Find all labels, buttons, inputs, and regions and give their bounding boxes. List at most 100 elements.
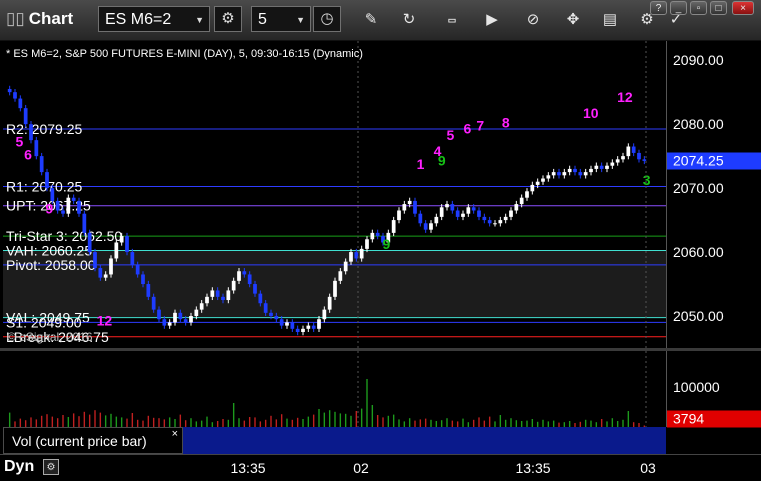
volume-bar (408, 418, 411, 427)
candle-body (605, 165, 609, 169)
interval-selector[interactable]: 5 ▼ (251, 6, 311, 32)
candle-body (418, 213, 423, 224)
candle-body (365, 239, 369, 249)
candle-body (130, 252, 135, 265)
volume-chart[interactable] (3, 351, 666, 427)
refresh-icon[interactable]: ↻ (398, 9, 420, 31)
candle-body (221, 296, 225, 301)
volume-bar (355, 411, 358, 427)
candle-body (247, 274, 252, 285)
candle-body (231, 280, 236, 291)
candle-body (125, 236, 129, 253)
restore-button[interactable]: ▫ (690, 1, 707, 15)
candle-body (445, 204, 449, 208)
candle-body (237, 271, 241, 281)
pane-grip-icon[interactable]: ▯▯ (6, 9, 25, 28)
candle-body (71, 197, 76, 201)
dynamic-status-label[interactable]: Dyn (4, 458, 34, 476)
symbol-dropdown-arrow-icon[interactable]: ▼ (195, 7, 204, 33)
candle-body (103, 274, 108, 278)
volume-bar (531, 419, 534, 427)
volume-study-tab[interactable]: Vol (current price bar) × (3, 427, 183, 454)
volume-pane[interactable] (3, 351, 666, 427)
close-study-icon[interactable]: × (172, 428, 178, 440)
current-volume-tag: 3794 (667, 410, 761, 428)
volume-bar (280, 414, 283, 427)
volume-axis[interactable]: 100000 3794 (666, 351, 761, 428)
candle-body (199, 303, 204, 310)
candle-body (583, 172, 588, 176)
price-tick-label: 2090.00 (673, 52, 724, 69)
volume-bar (8, 412, 11, 427)
volume-bar (227, 419, 230, 427)
count-marker: 9 (438, 153, 446, 169)
volume-bar (232, 403, 235, 427)
volume-bar (350, 415, 352, 427)
volume-bar (366, 379, 368, 427)
volume-bar (222, 419, 224, 427)
maximize-button[interactable]: □ (710, 1, 727, 15)
volume-bar (254, 417, 256, 427)
candle-body (295, 328, 300, 333)
volume-bar (67, 417, 70, 427)
comment-icon[interactable]: ▤ (599, 9, 621, 31)
count-marker: 6 (24, 146, 32, 162)
candle-body (34, 140, 39, 157)
count-marker: 7 (476, 118, 484, 134)
candle-body (637, 152, 641, 160)
volume-bar (24, 420, 27, 427)
volume-bar (88, 414, 91, 427)
volume-bar (504, 419, 507, 427)
count-marker: 10 (583, 105, 599, 121)
time-tick-label: 13:35 (230, 460, 266, 476)
candle-body (274, 316, 279, 320)
interval-dropdown-arrow-icon[interactable]: ▼ (296, 7, 305, 33)
tools-icon[interactable]: ✥ (562, 9, 584, 31)
chart-toolbar: ▯▯ Chart ES M6=2 ▼ ⚙ 5 ▼ ◷ ✎ ↻ ▭ ▶ ⊘ ✥ ▤ … (0, 0, 761, 41)
play-icon[interactable]: ▶ (481, 9, 503, 31)
candle-body (349, 252, 353, 262)
candle-body (439, 207, 444, 217)
link-icon[interactable]: ⊘ (522, 9, 544, 31)
pencil-icon[interactable]: ✎ (360, 9, 382, 31)
volume-bar (40, 415, 43, 427)
minimize-button[interactable]: _ (670, 1, 687, 15)
volume-bar (387, 415, 390, 427)
clock-icon[interactable]: ◷ (313, 6, 341, 32)
volume-bar (72, 413, 75, 427)
keyboard-icon[interactable]: ▭ (441, 9, 463, 31)
volume-bar (344, 413, 347, 427)
volume-bar (318, 409, 320, 427)
candle-body (423, 223, 428, 230)
time-axis[interactable]: Dyn ⚙ 13:35 02 13:35 03 (0, 454, 761, 481)
candle-body (29, 124, 33, 141)
volume-bar (248, 417, 251, 427)
candle-body (626, 146, 631, 157)
volume-bar (419, 419, 422, 427)
interval-settings-icon[interactable]: ⚙ (214, 6, 242, 32)
volume-bar (35, 419, 38, 427)
candle-body (621, 156, 625, 160)
price-axis[interactable]: 2050.00 2060.00 2070.00 2080.00 2090.00 2074.… (666, 41, 761, 348)
candle-body (7, 88, 12, 93)
volume-bar (30, 417, 32, 427)
candle-body (301, 328, 305, 333)
help-button[interactable]: ? (650, 1, 667, 15)
candle-body (210, 290, 215, 297)
symbol-selector[interactable]: ES M6=2 ▼ (98, 6, 210, 32)
dynamic-settings-icon[interactable]: ⚙ (43, 459, 59, 475)
count-marker: 1 (417, 156, 425, 172)
price-chart[interactable]: R2: 2079.25R1: 2070.25UPT: 2067.25Tri-St… (3, 41, 666, 348)
candle-body (109, 258, 113, 275)
volume-bar (334, 411, 336, 427)
price-pane[interactable]: R2: 2079.25 R1: 2070.25 UPT: 2067.25 Tri-St… (3, 41, 666, 348)
volume-bar (78, 416, 80, 427)
candle-body (477, 210, 481, 217)
candle-body (466, 207, 471, 214)
candle-body (541, 178, 545, 182)
candle-body (546, 175, 551, 179)
candle-body (242, 271, 247, 275)
window-title-text: Chart (28, 9, 74, 28)
close-button[interactable]: × (732, 1, 754, 15)
volume-bar (168, 417, 171, 427)
